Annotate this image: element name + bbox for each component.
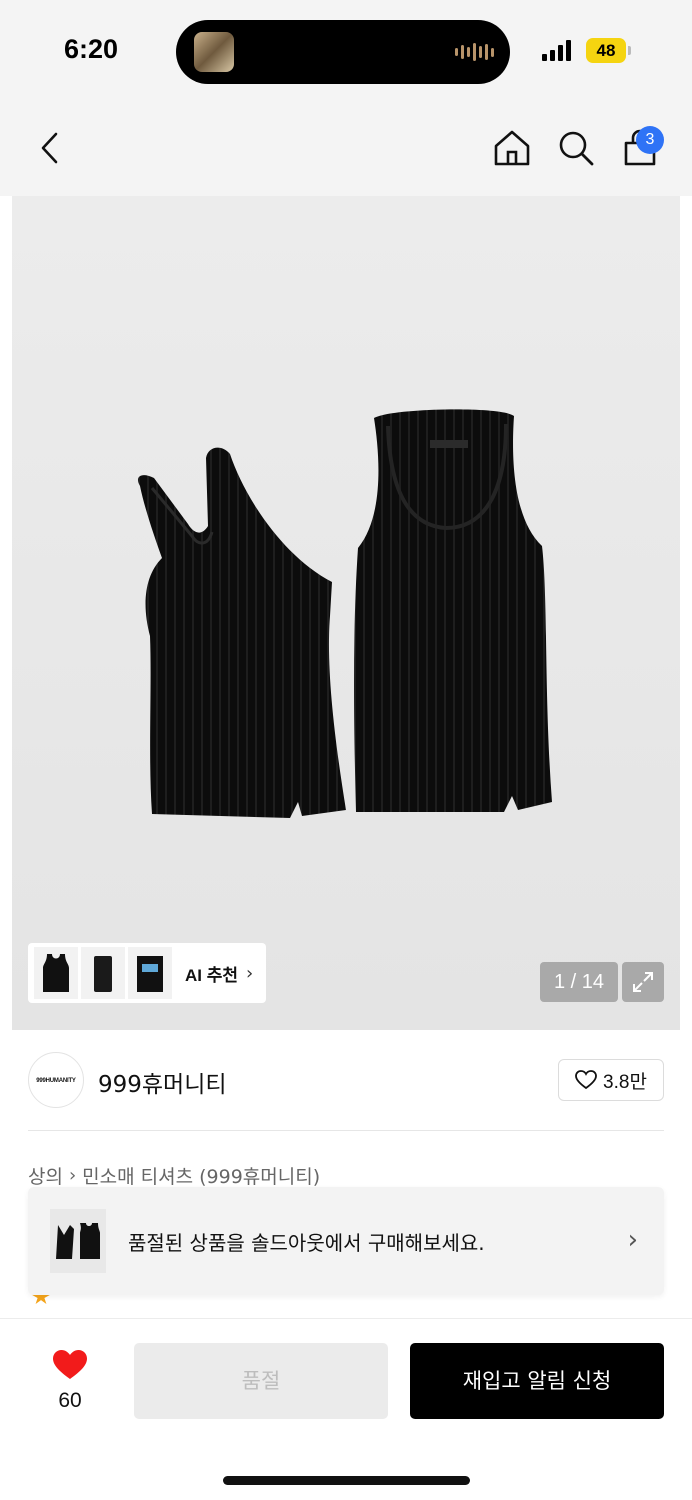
heart-filled-icon: [53, 1350, 87, 1379]
soldout-button: 품절: [134, 1343, 388, 1419]
top-navigation: [0, 100, 692, 196]
banner-text: 품절된 상품을 솔드아웃에서 구매해보세요.: [128, 1231, 485, 1255]
ai-recommendation-label: AI 추천: [185, 965, 239, 985]
chevron-right-icon: ›: [246, 962, 254, 984]
battery-tip: [628, 46, 631, 55]
ai-recommendation-thumbnail: [81, 947, 125, 999]
status-time: 6:20: [64, 34, 119, 64]
battery-indicator: 48: [586, 38, 626, 63]
brand-row[interactable]: 999HUMANITY 999휴머니티 3.8만: [28, 1050, 664, 1110]
home-button[interactable]: [490, 126, 534, 170]
brand-name[interactable]: 999휴머니티: [98, 1065, 227, 1099]
ai-recommendation-button[interactable]: AI 추천 ›: [28, 943, 266, 1003]
search-icon: [559, 131, 594, 166]
product-image-gallery[interactable]: AI 추천 › 1 / 14: [12, 196, 680, 1030]
brand-logo[interactable]: 999HUMANITY: [28, 1052, 84, 1108]
wishlist-button[interactable]: 60: [48, 1349, 92, 1413]
ai-recommendation-thumbnail: [128, 947, 172, 999]
chevron-right-icon: ›: [68, 1165, 77, 1186]
home-indicator: [223, 1476, 470, 1485]
back-button[interactable]: [28, 126, 72, 170]
breadcrumb-subcategory[interactable]: 민소매 티셔츠 (999휴머니티): [82, 1162, 320, 1189]
cart-count-badge: 3: [636, 126, 664, 154]
wishlist-count: 60: [58, 1389, 82, 1412]
restock-alert-button[interactable]: 재입고 알림 신청: [410, 1343, 664, 1419]
signal-icon: [542, 40, 571, 61]
ai-recommendation-thumbnail: [34, 947, 78, 999]
audio-wave-icon: [455, 42, 494, 62]
breadcrumb-category[interactable]: 상의: [28, 1162, 63, 1189]
brand-like-count: 3.8만: [603, 1071, 647, 1093]
chevron-right-icon: ›: [627, 1225, 638, 1255]
expand-image-button[interactable]: [622, 962, 664, 1002]
soldout-market-banner[interactable]: 품절된 상품을 솔드아웃에서 구매해보세요. ›: [28, 1187, 664, 1295]
banner-thumbnail: [50, 1209, 106, 1273]
now-playing-artwork: [194, 32, 234, 72]
dynamic-island[interactable]: [176, 20, 510, 84]
chevron-left-icon: [41, 132, 58, 164]
search-button[interactable]: [554, 126, 598, 170]
status-bar: 6:20 48: [0, 0, 692, 100]
heart-outline-icon: [575, 1070, 597, 1090]
divider: [28, 1130, 664, 1131]
image-page-counter: 1 / 14: [540, 962, 618, 1002]
expand-icon: [633, 972, 653, 992]
breadcrumb: 상의 › 민소매 티셔츠 (999휴머니티): [28, 1162, 320, 1189]
product-image: [137, 409, 552, 818]
home-icon: [494, 130, 530, 166]
brand-like-button[interactable]: 3.8만: [558, 1059, 664, 1101]
bottom-action-bar: 60 품절 재입고 알림 신청: [0, 1318, 692, 1500]
